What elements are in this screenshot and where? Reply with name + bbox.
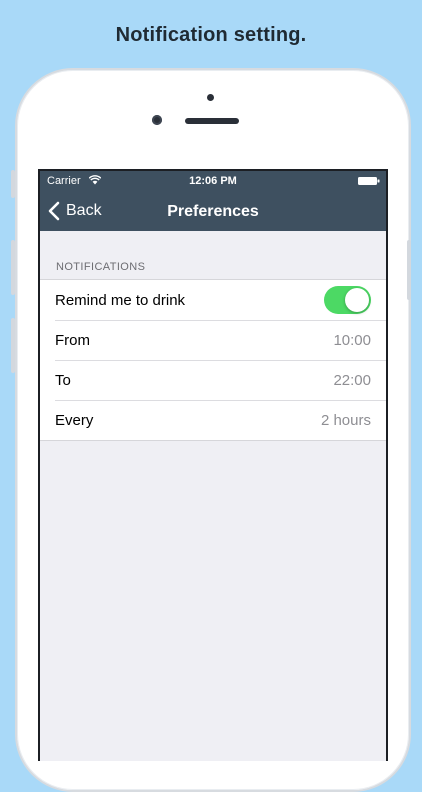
to-time-row[interactable]: To 22:00: [40, 360, 386, 400]
notifications-table: Remind me to drink From 10:00 To 22:00 E…: [40, 279, 386, 441]
to-time-value: 22:00: [333, 371, 371, 389]
volume-up-button: [11, 240, 15, 295]
power-button: [407, 240, 411, 300]
earpiece-speaker: [185, 118, 239, 124]
proximity-sensor: [207, 94, 214, 101]
promo-caption: Notification setting.: [115, 24, 307, 46]
status-time: 12:06 PM: [189, 175, 237, 187]
page-title: Preferences: [167, 203, 259, 220]
remind-toggle-switch[interactable]: [324, 286, 371, 314]
interval-value: 2 hours: [320, 411, 371, 429]
row-label: To: [55, 371, 71, 389]
section-header-notifications: NOTIFICATIONS: [56, 261, 146, 273]
toggle-knob: [345, 288, 369, 312]
volume-down-button: [11, 318, 15, 373]
row-label: Every: [55, 411, 94, 429]
from-time-value: 10:00: [333, 331, 371, 349]
row-label: From: [55, 331, 90, 349]
device-screen: Carrier 12:06 PM Back Preferences NOTIFI…: [38, 169, 388, 761]
status-bar: Carrier 12:06 PM: [40, 171, 386, 191]
front-camera: [152, 115, 162, 125]
navigation-bar: Back Preferences: [40, 191, 386, 231]
remind-to-drink-row: Remind me to drink: [40, 280, 386, 320]
row-label: Remind me to drink: [55, 291, 186, 309]
from-time-row[interactable]: From 10:00: [40, 320, 386, 360]
every-interval-row[interactable]: Every 2 hours: [40, 400, 386, 440]
battery-icon: [358, 177, 380, 185]
mute-switch: [11, 170, 15, 198]
